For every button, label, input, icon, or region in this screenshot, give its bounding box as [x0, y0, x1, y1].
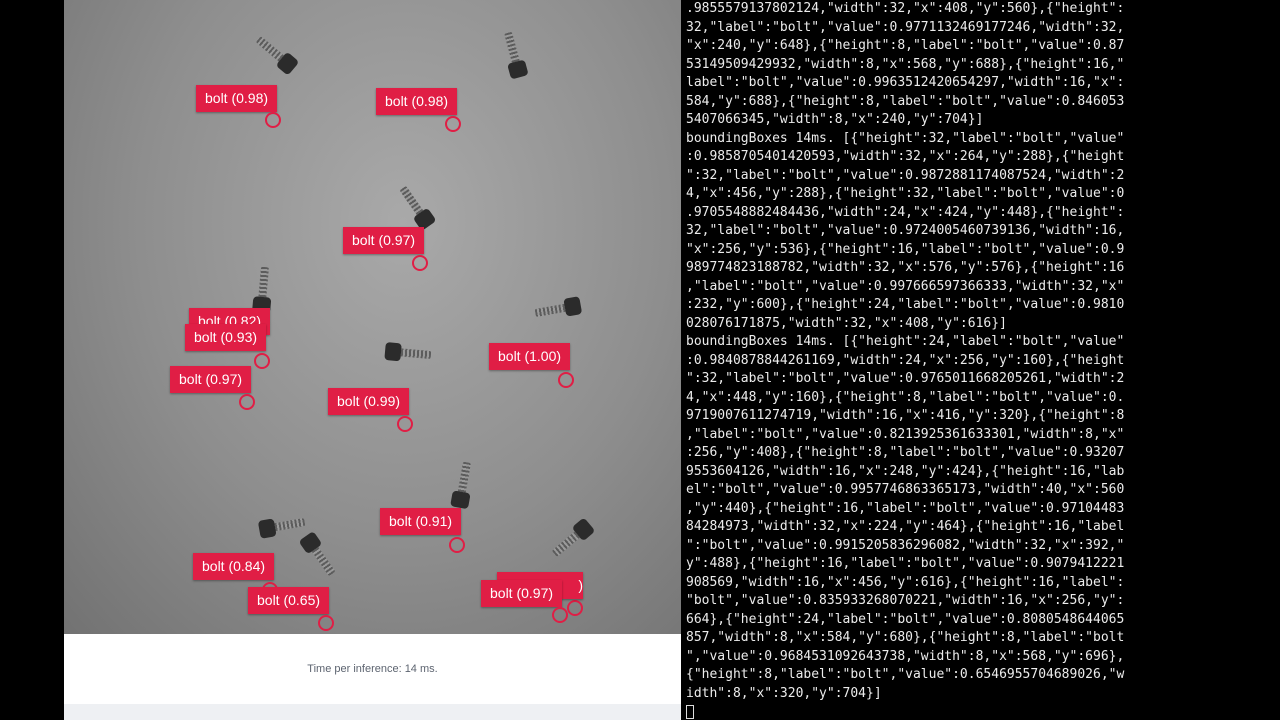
detection-viewer: bolt (0.98) bolt (0.98) bolt (0.97) bolt… [64, 0, 681, 720]
detection-anchor [445, 116, 461, 132]
terminal-line: "x":256,"y":536},{"height":16,"label":"b… [686, 241, 1125, 257]
bolt-object [254, 34, 300, 76]
terminal-line: ,"label":"bolt","value":0.99766659736633… [686, 278, 1125, 294]
detection-anchor [558, 372, 574, 388]
terminal-line: 32,"label":"bolt","value":0.977113246917… [686, 19, 1125, 35]
terminal-line: .9705548882484436,"width":24,"x":424,"y"… [686, 204, 1125, 220]
detection-label: bolt (0.98) [376, 88, 458, 115]
inference-footer: Time per inference: 14 ms. [64, 634, 681, 704]
detection-label: bolt (0.97) [481, 580, 563, 607]
terminal-line: :0.9858705401420593,"width":32,"x":264,"… [686, 149, 1125, 164]
inference-time-text: Time per inference: 14 ms. [307, 663, 438, 675]
terminal-window[interactable]: .9855579137802124,"width":32,"x":408,"y"… [681, 0, 1216, 720]
detection-label: bolt (0.97) [170, 366, 252, 393]
bolt-object [450, 461, 474, 510]
camera-feed: bolt (0.98) bolt (0.98) bolt (0.97) bolt… [64, 0, 681, 634]
terminal-line: 9553604126,"width":16,"x":248,"y":424},{… [686, 463, 1125, 479]
detection-label: bolt (1.00) [489, 343, 571, 370]
terminal-line: .9855579137802124,"width":32,"x":408,"y"… [686, 1, 1125, 16]
detection-anchor [397, 416, 413, 432]
detection-anchor [239, 394, 255, 410]
detection-anchor [552, 607, 568, 623]
terminal-line: ":"bolt","value":0.9915205836296082,"wid… [686, 537, 1125, 553]
bolt-object [550, 517, 596, 559]
bolt-object [384, 342, 432, 362]
bolt-object [257, 515, 306, 539]
terminal-line: 028076171875,"width":32,"x":408,"y":616}… [686, 315, 1007, 331]
terminal-line: 5407066345,"width":8,"x":240,"y":704}] [686, 112, 984, 127]
terminal-line: "x":240,"y":648},{"height":8,"label":"bo… [686, 38, 1125, 53]
detection-label: bolt (0.91) [380, 508, 462, 535]
detection-label: bolt (0.84) [193, 553, 275, 580]
terminal-line: ","value":0.9684531092643738,"width":8,"… [686, 648, 1125, 664]
terminal-line: :256,"y":408},{"height":8,"label":"bolt"… [686, 445, 1125, 460]
detection-label: bolt (0.97) [343, 227, 425, 254]
detection-anchor [449, 537, 465, 553]
terminal-line: idth":8,"x":320,"y":704}] [686, 685, 882, 701]
terminal-line: ,"label":"bolt","value":0.82139253616333… [686, 426, 1125, 442]
terminal-line: 4,"x":448,"y":160},{"height":8,"label":"… [686, 389, 1125, 405]
terminal-line: ":32,"label":"bolt","value":0.9872881174… [686, 167, 1125, 183]
detection-label: bolt (0.93) [185, 324, 267, 351]
terminal-cursor[interactable] [686, 703, 1216, 720]
terminal-line: ,"y":440},{"height":16,"label":"bolt","v… [686, 500, 1125, 516]
detection-label: bolt (0.98) [196, 85, 278, 112]
terminal-line: 53149509429932,"width":8,"x":568,"y":688… [686, 56, 1125, 72]
bolt-object [252, 266, 272, 314]
terminal-line: ":32,"label":"bolt","value":0.9765011668… [686, 371, 1125, 386]
terminal-line: 584,"y":688},{"height":8,"label":"bolt",… [686, 93, 1125, 109]
terminal-line: 9719007611274719,"width":16,"x":416,"y":… [686, 408, 1125, 423]
bolt-object [298, 530, 338, 578]
terminal-line: 4,"x":456,"y":288},{"height":32,"label":… [686, 186, 1125, 201]
detection-anchor [318, 615, 334, 631]
bolt-object [501, 31, 529, 80]
detection-anchor [265, 112, 281, 128]
detection-anchor [254, 353, 270, 369]
terminal-line: 857,"width":8,"x":584,"y":680},{"height"… [686, 630, 1125, 645]
terminal-line: 32,"label":"bolt","value":0.972400546073… [686, 223, 1125, 238]
detection-label: bolt (0.65) [248, 587, 330, 614]
terminal-line: boundingBoxes 14ms. [{"height":24,"label… [686, 334, 1125, 349]
detection-label: bolt (0.99) [328, 388, 410, 415]
detection-anchor [567, 600, 583, 616]
terminal-line: :0.9840878844261169,"width":24,"x":256,"… [686, 352, 1125, 368]
terminal-line: :232,"y":600},{"height":24,"label":"bolt… [686, 297, 1125, 312]
terminal-line: el":"bolt","value":0.9957746863365173,"w… [686, 482, 1125, 497]
bolt-object [534, 296, 583, 320]
terminal-line: {"height":8,"label":"bolt","value":0.654… [686, 667, 1125, 682]
terminal-output: .9855579137802124,"width":32,"x":408,"y"… [681, 0, 1216, 720]
terminal-line: "bolt","value":0.835933268070221,"width"… [686, 593, 1125, 608]
terminal-line: 908569,"width":16,"x":456,"y":616},{"hei… [686, 574, 1125, 590]
terminal-line: 664},{"height":24,"label":"bolt","value"… [686, 611, 1125, 627]
terminal-line: 989774823188782,"width":32,"x":576,"y":5… [686, 260, 1125, 275]
terminal-line: label":"bolt","value":0.9963512420654297… [686, 75, 1125, 90]
detection-anchor [412, 255, 428, 271]
bolt-object [397, 184, 437, 232]
footer-band [64, 704, 681, 720]
terminal-line: y":488},{"height":16,"label":"bolt","val… [686, 556, 1125, 571]
terminal-line: 84284973,"width":32,"x":224,"y":464},{"h… [686, 519, 1125, 534]
terminal-line: boundingBoxes 14ms. [{"height":32,"label… [686, 130, 1125, 146]
